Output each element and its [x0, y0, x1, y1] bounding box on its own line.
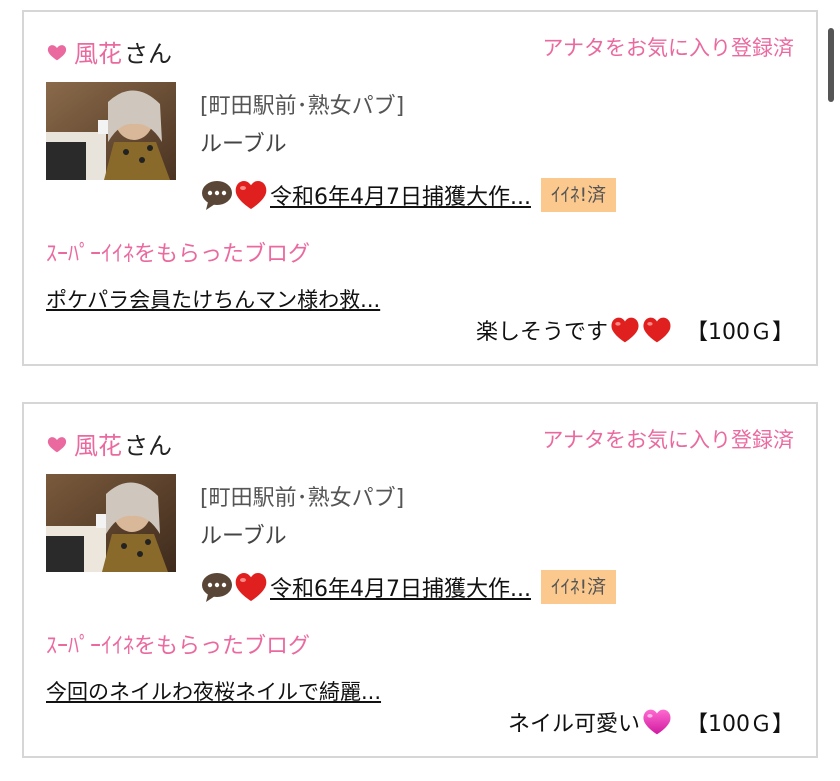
like-done-badge: ｲｲﾈ!済: [540, 178, 617, 212]
favorite-status: アナタをお気に入り登録済: [542, 428, 794, 452]
comment-text: 楽しそうです: [475, 320, 608, 345]
points-value: 【100Ｇ】: [686, 712, 794, 737]
cast-name-suffix: さん: [124, 40, 172, 68]
heart-icon: [47, 436, 67, 452]
received-super-like-label: ｽｰﾊﾟｰｲｲﾈをもらったブログ: [46, 242, 311, 267]
post-row: 令和6年4月7日捕獲大作... ｲｲﾈ!済: [200, 570, 617, 604]
cast-photo[interactable]: [46, 82, 176, 180]
cast-name-link[interactable]: 風花: [74, 426, 122, 461]
shop-area: [町田駅前･熟女パブ]: [200, 486, 405, 511]
speech-bubble-icon: [202, 573, 232, 602]
cast-name-suffix: さん: [124, 432, 172, 460]
shop-name[interactable]: ルーブル: [200, 126, 287, 158]
red-heart-icon: [235, 573, 267, 601]
pink-heart-icon: [643, 709, 671, 735]
cast-name-row[interactable]: 風花 さん: [46, 34, 172, 69]
favorite-status: アナタをお気に入り登録済: [542, 36, 794, 60]
red-heart-icon: [643, 317, 671, 343]
post-row: 令和6年4月7日捕獲大作... ｲｲﾈ!済: [200, 178, 617, 212]
blog-title-link[interactable]: ポケパラ会員たけちんマン様わ救...: [46, 284, 380, 314]
speech-bubble-icon: [202, 181, 232, 210]
page: 風花 さん アナタをお気に入り登録済 [町田駅前･熟女パブ] ルーブル 令和6年…: [0, 0, 840, 781]
scrollbar[interactable]: [828, 28, 834, 102]
post-title-link[interactable]: 令和6年4月7日捕獲大作...: [270, 179, 531, 211]
comment-row: 楽しそうです 【100Ｇ】: [476, 314, 794, 346]
heart-icon: [47, 44, 67, 60]
points-value: 【100Ｇ】: [686, 320, 794, 345]
post-title-link[interactable]: 令和6年4月7日捕獲大作...: [270, 571, 531, 603]
red-heart-icon: [611, 317, 639, 343]
red-heart-icon: [235, 181, 267, 209]
like-done-badge: ｲｲﾈ!済: [540, 570, 617, 604]
shop-name[interactable]: ルーブル: [200, 518, 287, 550]
blog-title-link[interactable]: 今回のネイルわ夜桜ネイルで綺麗...: [46, 676, 381, 706]
cast-name-row[interactable]: 風花 さん: [46, 426, 172, 461]
super-like-card: 風花 さん アナタをお気に入り登録済 [町田駅前･熟女パブ] ルーブル 令和6年…: [22, 10, 818, 366]
cast-name-link[interactable]: 風花: [74, 34, 122, 69]
cast-photo-image: [46, 82, 176, 180]
comment-row: ネイル可愛い 【100Ｇ】: [508, 706, 794, 738]
received-super-like-label: ｽｰﾊﾟｰｲｲﾈをもらったブログ: [46, 634, 311, 659]
shop-area: [町田駅前･熟女パブ]: [200, 94, 405, 119]
cast-photo-image: [46, 474, 176, 572]
cast-photo[interactable]: [46, 474, 176, 572]
comment-text: ネイル可愛い: [507, 712, 640, 737]
super-like-card: 風花 さん アナタをお気に入り登録済 [町田駅前･熟女パブ] ルーブル 令和6年…: [22, 402, 818, 758]
